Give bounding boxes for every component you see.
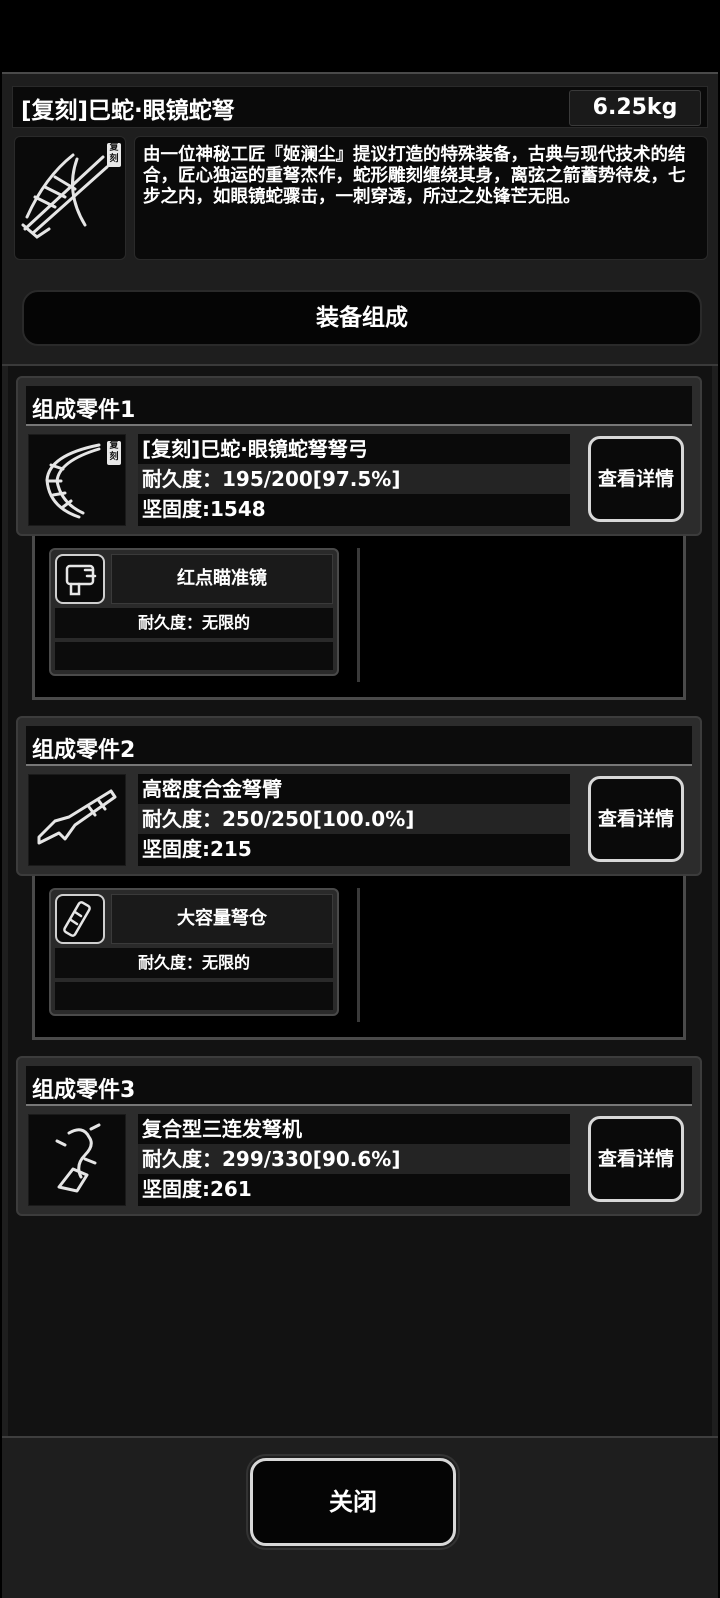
footer-divider [2,1436,718,1438]
part-info: [复刻]巳蛇·眼镜蛇弩弩弓 耐久度：195/200[97.5%] 坚固度:154… [138,434,570,526]
part-header: 组成零件2 [26,726,692,766]
attachment-durability: 耐久度：无限的 [55,608,333,638]
part-header-label: 组成零件1 [32,398,136,423]
title-bar: [复刻]巳蛇·眼镜蛇弩 6.25kg [12,86,708,128]
attachment-empty-row [55,642,333,670]
view-details-button[interactable]: 查看详情 [588,436,684,522]
part-info: 复合型三连发弩机 耐久度：299/330[90.6%] 坚固度:261 [138,1114,570,1206]
part-icon: 复刻 [28,434,126,526]
parts-list[interactable]: 组成零件1 复刻 [复刻]巳蛇·眼镜蛇弩弩弓 耐久度：195/200[97.5%… [8,366,712,1436]
part-durability: 耐久度：299/330[90.6%] [138,1144,570,1174]
part-header: 组成零件1 [26,386,692,426]
part-name: 高密度合金弩臂 [142,777,282,801]
part-card-1: 组成零件1 复刻 [复刻]巳蛇·眼镜蛇弩弩弓 耐久度：195/200[97.5%… [16,376,702,536]
item-description: 由一位神秘工匠『姬澜尘』提议打造的特殊装备，古典与现代技术的结合，匠心独运的重弩… [134,136,708,260]
trigger-mechanism-icon [55,1123,101,1193]
part-firmness: 坚固度:1548 [142,497,266,521]
attachment-area-2: 大容量弩仓 耐久度：无限的 [32,876,686,1040]
attachment-empty-row [55,982,333,1010]
item-title: [复刻]巳蛇·眼镜蛇弩 [21,98,235,124]
part-icon [28,1114,126,1206]
part-icon [28,774,126,866]
part-durability: 耐久度：250/250[100.0%] [138,804,570,834]
part-firmness: 坚固度:261 [142,1177,252,1201]
close-button[interactable]: 关闭 [246,1454,460,1550]
view-details-button[interactable]: 查看详情 [588,776,684,862]
part-card-2: 组成零件2 高密度合金弩臂 耐久度：250/250[100.0%] 坚固度:21… [16,716,702,876]
attachment-name: 大容量弩仓 [111,894,333,944]
attachment-card[interactable]: 大容量弩仓 耐久度：无限的 [49,888,339,1016]
slot-separator [357,888,360,1022]
part-header: 组成零件3 [26,1066,692,1106]
attachment-area-1: 红点瞄准镜 耐久度：无限的 [32,536,686,700]
part-card-3: 组成零件3 复合型三连发弩机 耐久度：299/330[90.6%] 坚固度:26… [16,1056,702,1216]
crossbow-stock-icon [37,789,117,845]
part-header-label: 组成零件3 [32,1078,136,1103]
attachment-durability: 耐久度：无限的 [55,948,333,978]
part-header-label: 组成零件2 [32,738,136,763]
attachment-card[interactable]: 红点瞄准镜 耐久度：无限的 [49,548,339,676]
slot-separator [357,548,360,682]
item-weight: 6.25kg [569,90,701,126]
attachment-icon [55,554,105,604]
part-info: 高密度合金弩臂 耐久度：250/250[100.0%] 坚固度:215 [138,774,570,866]
part-name: 复合型三连发弩机 [142,1117,302,1141]
attachment-name: 红点瞄准镜 [111,554,333,604]
view-details-button[interactable]: 查看详情 [588,1116,684,1202]
equipment-composition-button[interactable]: 装备组成 [22,290,702,346]
part-durability: 耐久度：195/200[97.5%] [138,464,570,494]
remake-badge: 复刻 [107,143,121,167]
red-dot-sight-icon [65,564,97,596]
part-firmness: 坚固度:215 [142,837,252,861]
item-icon: 复刻 [14,136,126,260]
part-name: [复刻]巳蛇·眼镜蛇弩弩弓 [142,437,368,461]
magazine-icon [63,901,91,937]
remake-badge: 复刻 [107,441,121,465]
attachment-icon [55,894,105,944]
equipment-dialog: [复刻]巳蛇·眼镜蛇弩 6.25kg 复刻 由一位神秘工匠『姬澜尘』提议打造的特… [2,72,718,1598]
